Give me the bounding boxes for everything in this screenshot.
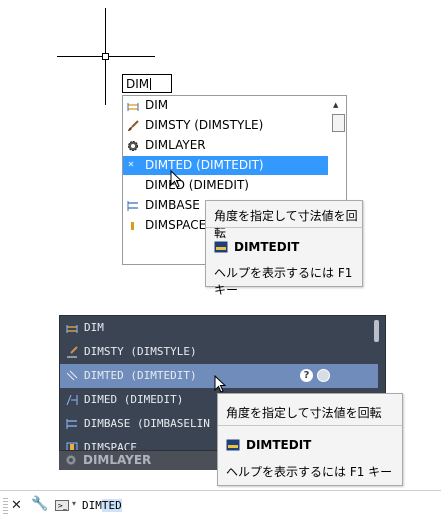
command-tooltip-light: 角度を指定して寸法値を回転 DIMTEDIT ヘルプを表示するには F1 キー	[205, 200, 363, 297]
list-item[interactable]: DIMLAYER	[123, 136, 328, 155]
tooltip-command-name: DIMTEDIT	[246, 438, 312, 452]
command-line-border	[0, 490, 441, 491]
help-icon[interactable]: ?	[300, 369, 313, 382]
list-item[interactable]: DIM	[60, 316, 378, 340]
list-item-label: DIMED (DIMEDIT)	[145, 178, 249, 192]
wrench-icon[interactable]: 🔧	[31, 496, 48, 512]
list-item-label: DIM	[145, 98, 169, 112]
dimedit-icon	[66, 394, 78, 406]
list-item-selected[interactable]: DIMTED (DIMTEDIT)	[123, 156, 328, 175]
typed-text: DIM	[82, 499, 102, 512]
baseline-icon	[127, 200, 139, 212]
list-item-label: DIMLAYER	[83, 453, 152, 467]
list-item[interactable]: DIMED (DIMEDIT)	[123, 176, 328, 195]
dimension-icon	[66, 322, 78, 334]
tooltip-description: 角度を指定して寸法値を回転	[214, 209, 358, 240]
chevron-down-icon[interactable]: ▾	[72, 499, 76, 508]
list-item[interactable]: DIM	[123, 96, 328, 115]
drag-grip-icon[interactable]	[3, 498, 8, 515]
mouse-cursor-icon	[214, 375, 227, 393]
dimtedit-icon	[66, 370, 78, 382]
tooltip-divider	[218, 425, 402, 426]
scrollbar-thumb[interactable]	[332, 114, 345, 132]
list-scrollbar-thumb[interactable]	[374, 320, 379, 342]
baseline-icon	[66, 418, 78, 430]
scroll-up-icon[interactable]: ▲	[333, 101, 338, 109]
text-caret	[150, 78, 152, 90]
space-icon	[127, 220, 139, 232]
list-item-label: DIMBASE	[145, 198, 200, 212]
crosshair-pickbox	[102, 53, 109, 60]
list-item-label: DIMBASE (DIMBASELIN	[84, 417, 210, 430]
list-item-label: DIM	[84, 321, 104, 334]
tooltip-description: 角度を指定して寸法値を回転	[226, 406, 382, 420]
list-item-label: DIMTED (DIMTEDIT)	[84, 369, 197, 382]
gear-icon	[127, 140, 139, 152]
dimtedit-icon	[226, 439, 240, 451]
list-item[interactable]: DIMSTY (DIMSTYLE)	[60, 340, 378, 364]
list-item-label: DIMSPACE	[84, 441, 137, 451]
list-item-label: DIMSTY (DIMSTYLE)	[145, 118, 264, 132]
brush-icon	[127, 120, 139, 132]
list-item-label: DIMSPACE	[145, 218, 207, 232]
gear-icon	[65, 454, 77, 466]
dimension-icon	[127, 100, 139, 112]
autocomplete-highlight: TED	[101, 499, 122, 512]
list-item-label: DIMLAYER	[145, 138, 206, 152]
command-input[interactable]: DIMTED	[82, 499, 122, 512]
list-item[interactable]: DIMSTY (DIMSTYLE)	[123, 116, 328, 135]
tooltip-help-text: ヘルプを表示するには F1 キー	[214, 266, 353, 297]
tooltip-divider	[206, 227, 362, 228]
command-tooltip-dark: 角度を指定して寸法値を回転 DIMTEDIT ヘルプを表示するには F1 キー	[217, 393, 403, 486]
command-line[interactable]: ✕ 🔧 >_ ▾ DIMTED	[0, 490, 441, 521]
space-icon	[66, 442, 78, 450]
command-prompt-icon[interactable]: >_	[55, 500, 69, 511]
close-icon[interactable]: ✕	[11, 498, 22, 513]
list-item-label: DIMTED (DIMTEDIT)	[145, 158, 264, 172]
web-search-icon[interactable]	[317, 369, 330, 382]
tooltip-command-name: DIMTEDIT	[234, 240, 300, 254]
dimtedit-icon	[214, 241, 228, 253]
dynamic-input-value: DIM	[126, 77, 150, 91]
tooltip-help-text: ヘルプを表示するには F1 キー	[226, 465, 393, 479]
dimtedit-icon	[127, 160, 139, 172]
dynamic-input-field[interactable]: DIM	[122, 74, 172, 93]
list-item-label: DIMED (DIMEDIT)	[84, 393, 184, 406]
list-item-label: DIMSTY (DIMSTYLE)	[84, 345, 197, 358]
mouse-cursor-icon	[170, 170, 183, 188]
brush-icon	[66, 346, 78, 358]
